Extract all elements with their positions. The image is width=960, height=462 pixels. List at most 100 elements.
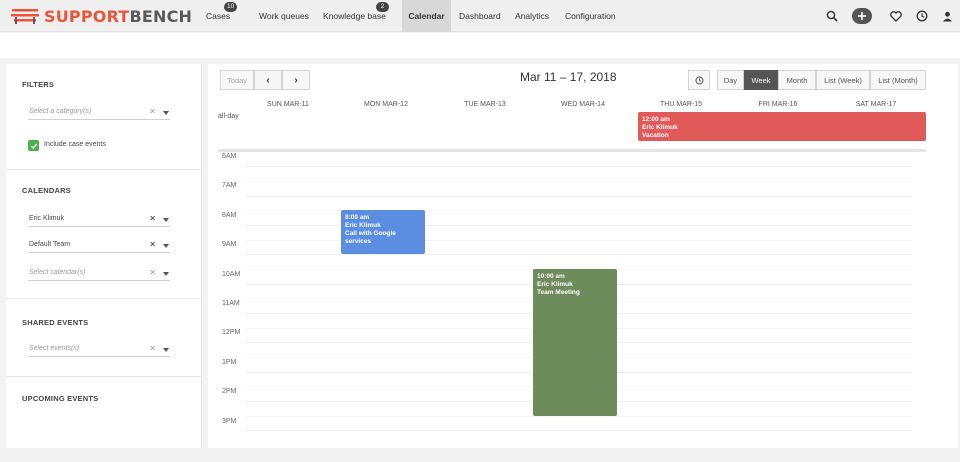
view-day-button[interactable]: Day [717,70,744,90]
caret-down-icon[interactable] [163,348,169,352]
upcoming-events-title: UPCOMING EVENTS [22,394,99,403]
clear-icon[interactable]: ✕ [149,268,156,277]
hour-label-3pm: 3PM [222,418,237,425]
caret-down-icon[interactable] [163,218,169,222]
chevron-right-icon: › [294,74,298,86]
all-day-separator [218,149,926,152]
shared-events-title: SHARED EVENTS [22,318,89,327]
hour-label-11am: 11AM [222,300,240,307]
event-call-with-google[interactable]: 8:00 am Eric Klimuk Call with Google ser… [341,210,425,254]
include-case-events-label: Include case events [44,141,106,148]
nav-knowledge-base[interactable]: Knowledge base 2 [323,0,389,32]
bench-logo-icon [11,9,39,24]
caret-down-icon[interactable] [163,244,169,248]
day-header-thu: THU MAR-15 [659,101,702,108]
day-header-tue: TUE MAR-13 [464,101,506,108]
clear-icon[interactable]: ✕ [149,240,156,249]
nav-work-queues[interactable]: Work queues [259,0,309,32]
sidebar: FILTERS Select a category(s) ✕ Include c… [6,64,202,448]
shared-events-placeholder: Select events(s) [29,345,80,352]
nav-calendar-label: Calendar [408,11,445,21]
event-time: 8:00 am [345,214,370,221]
caret-down-icon[interactable] [163,272,169,276]
search-icon[interactable] [824,8,840,24]
nav-configuration[interactable]: Configuration [565,0,616,32]
event-person: Eric Klimuk [345,222,381,229]
hour-line [246,166,912,167]
hour-label-7am: 7AM [222,182,237,189]
clock-icon[interactable] [914,8,930,24]
day-header-sat: SAT MAR-17 [855,101,897,108]
event-vacation[interactable]: 12:00 am Eric Klimuk Vacation [638,112,926,141]
chevron-left-icon: ‹ [266,74,270,86]
clock-button[interactable] [688,70,710,90]
calendars-title: CALENDARS [22,186,71,195]
hour-label-1pm: 1PM [222,359,237,366]
category-select-placeholder: Select a category(s) [29,108,92,115]
event-title: Call with Google services [345,230,396,245]
view-week-button[interactable]: Week [744,70,778,90]
day-header-wed: WED MAR-14 [561,101,605,108]
check-icon [30,143,37,149]
hour-line [246,196,912,197]
knowledge-base-count-badge: 2 [376,2,389,12]
view-month-button[interactable]: Month [778,70,816,90]
include-case-events-checkbox[interactable] [28,140,39,151]
hour-label-8am: 8AM [222,212,237,219]
shared-events-select[interactable]: Select events(s) ✕ [28,343,170,357]
brand-logo[interactable]: SUPPORTBENCH [10,6,192,26]
hour-label-10am: 10AM [222,271,241,278]
clear-icon[interactable]: ✕ [149,344,156,353]
next-week-button[interactable]: › [282,70,310,90]
top-nav-bar: SUPPORTBENCH Cases 10 Work queues Knowle… [0,0,960,32]
event-time: 12:00 am [642,116,670,123]
event-person: Eric Klimuk [642,124,678,131]
clear-icon[interactable]: ✕ [149,107,156,116]
calendar-select-eric-klimuk[interactable]: Eric Klimuk ✕ [28,213,170,227]
nav-calendar[interactable]: Calendar [402,0,451,32]
view-list-week-button[interactable]: List (Week) [816,70,870,90]
day-header-mon: MON MAR-12 [364,101,408,108]
hour-label-2pm: 2PM [222,388,237,395]
category-select[interactable]: Select a category(s) ✕ [28,106,170,120]
hour-line [246,254,912,255]
hour-label-12pm: 12PM [222,329,241,336]
nav-work-queues-label: Work queues [259,11,309,21]
half-hour-line [246,181,912,182]
day-header-sun: SUN MAR-11 [267,101,309,108]
calendar-select-value: Default Team [29,241,71,248]
today-button[interactable]: Today [220,70,254,90]
hour-label-6am: 6AM [222,153,237,160]
nav-cases[interactable]: Cases 10 [206,0,238,32]
view-list-month-button[interactable]: List (Month) [870,70,926,90]
cases-count-badge: 10 [224,2,238,12]
day-header-fri: FRI MAR-16 [758,101,798,108]
nav-dashboard[interactable]: Dashboard [459,0,501,32]
subheader-band [0,33,960,58]
event-title: Vacation [642,132,669,139]
nav-knowledge-base-label: Knowledge base [323,11,386,21]
calendar-select-default-team[interactable]: Default Team ✕ [28,239,170,253]
calendar-select-placeholder: Select calendar(s) [29,269,86,276]
filters-title: FILTERS [22,80,55,89]
nav-analytics[interactable]: Analytics [515,0,549,32]
prev-week-button[interactable]: ‹ [254,70,282,90]
section-divider [6,298,202,299]
hour-label-9am: 9AM [222,241,237,248]
event-team-meeting[interactable]: 10:00 am Eric Klimuk Team Meeting [533,269,617,416]
section-divider [6,169,202,170]
event-title: Team Meeting [537,289,580,296]
clear-icon[interactable]: ✕ [149,214,156,223]
brand-name: SUPPORTBENCH [44,6,193,26]
calendar-title: Mar 11 – 17, 2018 [520,70,617,84]
event-person: Eric Klimuk [537,281,573,288]
caret-down-icon[interactable] [163,111,169,115]
user-icon[interactable] [939,8,955,24]
heart-icon[interactable] [888,8,904,24]
nav-cases-label: Cases [206,11,231,21]
plus-icon[interactable] [852,8,872,24]
calendar-select-empty[interactable]: Select calendar(s) ✕ [28,267,170,281]
hour-line [246,430,912,431]
half-hour-line [246,416,912,417]
event-time: 10:00 am [537,273,565,280]
